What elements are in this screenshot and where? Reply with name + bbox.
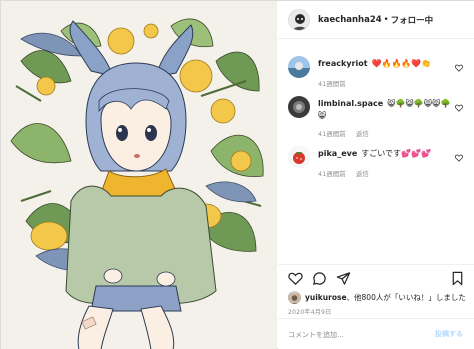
comment-meta: 41週間前 返信 [318, 168, 458, 178]
likes-text[interactable]: yuikurose、他800人が「いいね！」しました [305, 292, 466, 303]
liker-avatar-image [288, 292, 301, 304]
comment-text-line: pika_eve すごいです💕💕💕 [318, 148, 458, 160]
liker-avatar[interactable] [288, 290, 301, 304]
commenter-username[interactable]: freackyriot [318, 59, 368, 68]
reply-button[interactable]: 返信 [356, 130, 369, 138]
comment-text-line-2: 😸 [318, 111, 327, 120]
comment-text: 😸🌳😸🌳😸😸🌳 [387, 99, 451, 108]
heart-icon[interactable] [455, 104, 463, 112]
comment-icon[interactable] [312, 271, 327, 286]
comment-meta: 41週間前 [318, 78, 458, 88]
add-comment-bar: 投稿する [278, 318, 474, 349]
heart-icon[interactable] [455, 154, 463, 162]
commenter-avatar-image [288, 146, 310, 168]
commenter-avatar[interactable] [288, 56, 310, 78]
heart-icon[interactable] [455, 64, 463, 72]
commenter-avatar[interactable] [288, 96, 310, 118]
post-date: 2020年4月9日 [288, 309, 332, 316]
illustration [1, 1, 276, 349]
comment-text: ❤️🔥🔥🔥❤️👏 [371, 59, 432, 68]
post-comment-button[interactable]: 投稿する [435, 329, 463, 339]
bookmark-icon[interactable] [450, 271, 465, 286]
post-image[interactable] [1, 1, 277, 349]
comment-meta: 41週間前 返信 [318, 128, 458, 138]
paper-plane-icon[interactable] [336, 271, 351, 286]
comment-time[interactable]: 41週間前 [318, 170, 346, 178]
author-avatar[interactable] [288, 8, 310, 31]
post-sidebar: kaechanha24 • フォロー中 freackyriot❤️🔥🔥🔥❤️👏 [278, 1, 474, 349]
likes-summary: yuikurose、他800人が「いいね！」しました [288, 290, 474, 304]
action-bar [278, 264, 474, 290]
comment-time[interactable]: 41週間前 [318, 80, 346, 88]
post-dialog: kaechanha24 • フォロー中 freackyriot❤️🔥🔥🔥❤️👏 [0, 0, 474, 349]
comment-text-line: freackyriot ❤️🔥🔥🔥❤️👏 [318, 58, 458, 70]
likes-count-text: 、他800人が「いいね！」しました [346, 292, 466, 302]
post-header: kaechanha24 • フォロー中 [278, 1, 474, 39]
comment-text-line: limbinal.space 😸🌳😸🌳😸😸🌳 [318, 98, 458, 110]
commenter-username[interactable]: pika_eve [318, 149, 357, 158]
commenter-username[interactable]: limbinal.space [318, 99, 383, 108]
comment-input[interactable] [288, 328, 428, 342]
comment-list[interactable]: freackyriot ❤️🔥🔥🔥❤️👏 41週間前 limbinal.spac… [278, 40, 474, 264]
author-avatar-image [289, 9, 309, 30]
commenter-avatar[interactable] [288, 146, 310, 168]
following-button[interactable]: フォロー中 [391, 14, 434, 26]
liker-username[interactable]: yuikurose [305, 293, 347, 302]
commenter-avatar-image [288, 56, 310, 78]
heart-icon[interactable] [288, 271, 303, 286]
reply-button[interactable]: 返信 [356, 170, 369, 178]
separator-dot: • [383, 14, 389, 25]
comment-time[interactable]: 41週間前 [318, 130, 346, 138]
commenter-avatar-image [288, 96, 310, 118]
author-username[interactable]: kaechanha24 [318, 15, 382, 25]
comment-text: すごいです💕💕💕 [361, 149, 431, 158]
